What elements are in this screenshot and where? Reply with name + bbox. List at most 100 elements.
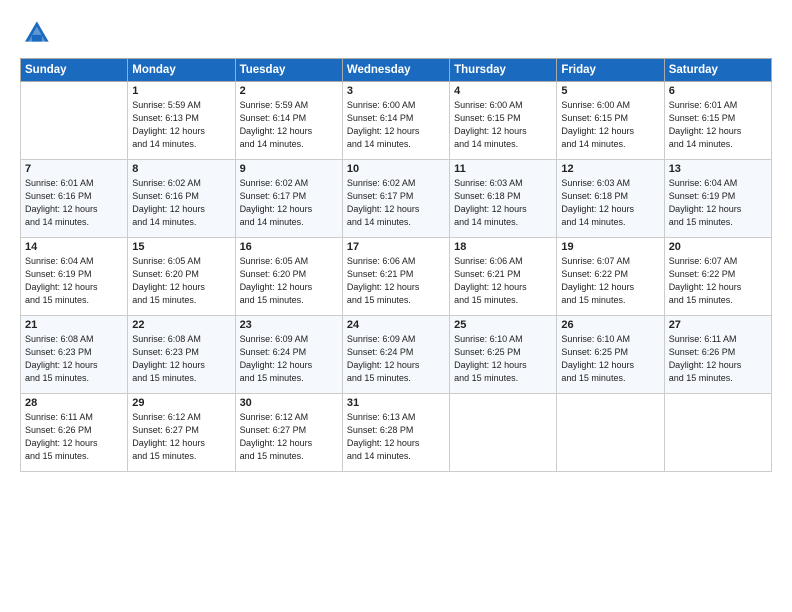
day-number: 13 xyxy=(669,163,767,175)
day-number: 23 xyxy=(240,319,338,331)
day-number: 16 xyxy=(240,241,338,253)
day-cell: 25 Sunrise: 6:10 AM Sunset: 6:25 PM Dayli… xyxy=(450,316,557,394)
day-cell: 31 Sunrise: 6:13 AM Sunset: 6:28 PM Dayli… xyxy=(342,394,449,472)
day-number: 30 xyxy=(240,397,338,409)
day-cell: 12 Sunrise: 6:03 AM Sunset: 6:18 PM Dayli… xyxy=(557,160,664,238)
day-info: Sunrise: 6:02 AM Sunset: 6:17 PM Dayligh… xyxy=(240,177,338,229)
day-cell xyxy=(664,394,771,472)
day-info: Sunrise: 6:10 AM Sunset: 6:25 PM Dayligh… xyxy=(454,333,552,385)
day-cell: 15 Sunrise: 6:05 AM Sunset: 6:20 PM Dayli… xyxy=(128,238,235,316)
day-number: 7 xyxy=(25,163,123,175)
day-number: 31 xyxy=(347,397,445,409)
day-info: Sunrise: 6:05 AM Sunset: 6:20 PM Dayligh… xyxy=(240,255,338,307)
day-cell: 22 Sunrise: 6:08 AM Sunset: 6:23 PM Dayli… xyxy=(128,316,235,394)
day-info: Sunrise: 6:09 AM Sunset: 6:24 PM Dayligh… xyxy=(347,333,445,385)
day-number: 21 xyxy=(25,319,123,331)
day-info: Sunrise: 6:09 AM Sunset: 6:24 PM Dayligh… xyxy=(240,333,338,385)
day-info: Sunrise: 6:02 AM Sunset: 6:17 PM Dayligh… xyxy=(347,177,445,229)
day-number: 10 xyxy=(347,163,445,175)
day-cell: 4Sunrise: 6:00 AM Sunset: 6:15 PM Daylig… xyxy=(450,82,557,160)
day-info: Sunrise: 6:00 AM Sunset: 6:14 PM Dayligh… xyxy=(347,99,445,151)
header-cell-thursday: Thursday xyxy=(450,59,557,82)
day-cell: 20 Sunrise: 6:07 AM Sunset: 6:22 PM Dayli… xyxy=(664,238,771,316)
day-info: Sunrise: 6:05 AM Sunset: 6:20 PM Dayligh… xyxy=(132,255,230,307)
header-cell-friday: Friday xyxy=(557,59,664,82)
day-number: 22 xyxy=(132,319,230,331)
week-row-5: 28Sunrise: 6:11 AM Sunset: 6:26 PM Dayli… xyxy=(21,394,772,472)
day-number: 9 xyxy=(240,163,338,175)
day-info: Sunrise: 5:59 AM Sunset: 6:13 PM Dayligh… xyxy=(132,99,230,151)
day-info: Sunrise: 6:06 AM Sunset: 6:21 PM Dayligh… xyxy=(454,255,552,307)
day-cell xyxy=(450,394,557,472)
day-cell: 9 Sunrise: 6:02 AM Sunset: 6:17 PM Daylig… xyxy=(235,160,342,238)
day-info: Sunrise: 6:03 AM Sunset: 6:18 PM Dayligh… xyxy=(454,177,552,229)
day-info: Sunrise: 6:07 AM Sunset: 6:22 PM Dayligh… xyxy=(669,255,767,307)
day-cell: 23 Sunrise: 6:09 AM Sunset: 6:24 PM Dayli… xyxy=(235,316,342,394)
week-row-4: 21 Sunrise: 6:08 AM Sunset: 6:23 PM Dayli… xyxy=(21,316,772,394)
day-info: Sunrise: 6:13 AM Sunset: 6:28 PM Dayligh… xyxy=(347,411,445,463)
day-number: 11 xyxy=(454,163,552,175)
day-info: Sunrise: 6:06 AM Sunset: 6:21 PM Dayligh… xyxy=(347,255,445,307)
logo xyxy=(20,18,56,50)
calendar-body: 1 Sunrise: 5:59 AM Sunset: 6:13 PM Daylig… xyxy=(21,82,772,472)
day-number: 6 xyxy=(669,85,767,97)
day-info: Sunrise: 6:03 AM Sunset: 6:18 PM Dayligh… xyxy=(561,177,659,229)
day-cell: 6 Sunrise: 6:01 AM Sunset: 6:15 PM Daylig… xyxy=(664,82,771,160)
day-cell: 24 Sunrise: 6:09 AM Sunset: 6:24 PM Dayli… xyxy=(342,316,449,394)
day-info: Sunrise: 6:08 AM Sunset: 6:23 PM Dayligh… xyxy=(25,333,123,385)
day-cell: 2 Sunrise: 5:59 AM Sunset: 6:14 PM Daylig… xyxy=(235,82,342,160)
day-cell: 17 Sunrise: 6:06 AM Sunset: 6:21 PM Dayli… xyxy=(342,238,449,316)
day-cell: 19Sunrise: 6:07 AM Sunset: 6:22 PM Dayli… xyxy=(557,238,664,316)
day-info: Sunrise: 6:00 AM Sunset: 6:15 PM Dayligh… xyxy=(561,99,659,151)
day-info: Sunrise: 5:59 AM Sunset: 6:14 PM Dayligh… xyxy=(240,99,338,151)
day-cell: 30 Sunrise: 6:12 AM Sunset: 6:27 PM Dayli… xyxy=(235,394,342,472)
day-cell: 18 Sunrise: 6:06 AM Sunset: 6:21 PM Dayli… xyxy=(450,238,557,316)
page: SundayMondayTuesdayWednesdayThursdayFrid… xyxy=(0,0,792,612)
calendar-header: SundayMondayTuesdayWednesdayThursdayFrid… xyxy=(21,59,772,82)
day-number: 28 xyxy=(25,397,123,409)
day-number: 14 xyxy=(25,241,123,253)
day-number: 12 xyxy=(561,163,659,175)
day-number: 27 xyxy=(669,319,767,331)
day-number: 5 xyxy=(561,85,659,97)
day-number: 20 xyxy=(669,241,767,253)
day-number: 2 xyxy=(240,85,338,97)
day-info: Sunrise: 6:12 AM Sunset: 6:27 PM Dayligh… xyxy=(132,411,230,463)
header xyxy=(20,18,772,50)
day-number: 24 xyxy=(347,319,445,331)
day-cell: 11 Sunrise: 6:03 AM Sunset: 6:18 PM Dayli… xyxy=(450,160,557,238)
day-cell: 8 Sunrise: 6:02 AM Sunset: 6:16 PM Daylig… xyxy=(128,160,235,238)
day-cell: 5 Sunrise: 6:00 AM Sunset: 6:15 PM Daylig… xyxy=(557,82,664,160)
week-row-3: 14Sunrise: 6:04 AM Sunset: 6:19 PM Dayli… xyxy=(21,238,772,316)
day-info: Sunrise: 6:11 AM Sunset: 6:26 PM Dayligh… xyxy=(669,333,767,385)
header-cell-wednesday: Wednesday xyxy=(342,59,449,82)
day-cell: 21 Sunrise: 6:08 AM Sunset: 6:23 PM Dayli… xyxy=(21,316,128,394)
day-info: Sunrise: 6:10 AM Sunset: 6:25 PM Dayligh… xyxy=(561,333,659,385)
day-number: 19 xyxy=(561,241,659,253)
day-info: Sunrise: 6:12 AM Sunset: 6:27 PM Dayligh… xyxy=(240,411,338,463)
day-info: Sunrise: 6:01 AM Sunset: 6:15 PM Dayligh… xyxy=(669,99,767,151)
day-number: 15 xyxy=(132,241,230,253)
day-cell: 28Sunrise: 6:11 AM Sunset: 6:26 PM Dayli… xyxy=(21,394,128,472)
day-number: 18 xyxy=(454,241,552,253)
day-number: 1 xyxy=(132,85,230,97)
day-number: 29 xyxy=(132,397,230,409)
day-info: Sunrise: 6:04 AM Sunset: 6:19 PM Dayligh… xyxy=(669,177,767,229)
day-cell: 1 Sunrise: 5:59 AM Sunset: 6:13 PM Daylig… xyxy=(128,82,235,160)
day-number: 25 xyxy=(454,319,552,331)
day-cell xyxy=(21,82,128,160)
week-row-1: 1 Sunrise: 5:59 AM Sunset: 6:13 PM Daylig… xyxy=(21,82,772,160)
day-number: 4 xyxy=(454,85,552,97)
day-info: Sunrise: 6:08 AM Sunset: 6:23 PM Dayligh… xyxy=(132,333,230,385)
day-cell xyxy=(557,394,664,472)
day-number: 17 xyxy=(347,241,445,253)
day-info: Sunrise: 6:02 AM Sunset: 6:16 PM Dayligh… xyxy=(132,177,230,229)
day-cell: 16 Sunrise: 6:05 AM Sunset: 6:20 PM Dayli… xyxy=(235,238,342,316)
day-number: 8 xyxy=(132,163,230,175)
week-row-2: 7Sunrise: 6:01 AM Sunset: 6:16 PM Daylig… xyxy=(21,160,772,238)
day-cell: 7Sunrise: 6:01 AM Sunset: 6:16 PM Daylig… xyxy=(21,160,128,238)
header-cell-saturday: Saturday xyxy=(664,59,771,82)
calendar-table: SundayMondayTuesdayWednesdayThursdayFrid… xyxy=(20,58,772,472)
header-cell-tuesday: Tuesday xyxy=(235,59,342,82)
day-cell: 13 Sunrise: 6:04 AM Sunset: 6:19 PM Dayli… xyxy=(664,160,771,238)
